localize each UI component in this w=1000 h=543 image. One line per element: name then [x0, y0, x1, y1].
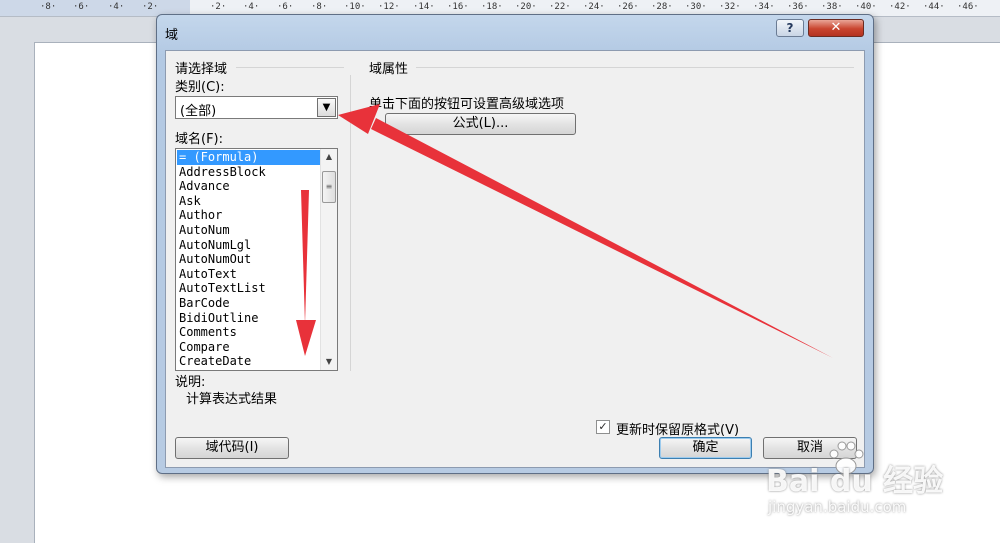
- field-list-item[interactable]: BidiOutline: [177, 311, 320, 326]
- ruler-tick-label: ·42·: [889, 2, 911, 12]
- field-list-item[interactable]: Advance: [177, 179, 320, 194]
- ruler-tick-label: ·46·: [957, 2, 979, 12]
- field-list-item[interactable]: AddressBlock: [177, 165, 320, 180]
- ok-button[interactable]: 确定: [659, 437, 752, 459]
- close-button[interactable]: ✕: [808, 19, 864, 37]
- ruler-tick-label: ·12·: [378, 2, 400, 12]
- watermark-url: jingyan.baidu.com: [768, 498, 907, 516]
- choose-field-heading: 请选择域: [175, 62, 228, 77]
- ruler-tick-label: ·4·: [243, 2, 260, 12]
- ruler-tick-label: ·6·: [277, 2, 294, 12]
- ruler-tick-label: ·28·: [651, 2, 673, 12]
- dialog-body: 请选择域 类别(C): (全部) ▼ 域名(F): = (Formula) Add…: [165, 50, 865, 468]
- preserve-format-label: 更新时保留原格式(V): [616, 423, 740, 438]
- scroll-up-arrow-icon[interactable]: ▲: [321, 149, 337, 165]
- field-list-item[interactable]: AutoText: [177, 267, 320, 282]
- dialog-titlebar[interactable]: 域 ? ✕: [157, 15, 873, 49]
- description-text: 计算表达式结果: [186, 392, 278, 407]
- preserve-format-checkbox[interactable]: ✓: [596, 420, 610, 434]
- dialog-title: 域: [165, 28, 179, 43]
- ruler-tick-label: ·2·: [210, 2, 227, 12]
- field-list-item[interactable]: Comments: [177, 325, 320, 340]
- ruler-tick-label: ·26·: [617, 2, 639, 12]
- help-button[interactable]: ?: [776, 19, 804, 37]
- ruler-tick-label: ·38·: [821, 2, 843, 12]
- ruler-tick-label: ·36·: [787, 2, 809, 12]
- categories-selected-value: (全部): [180, 104, 217, 119]
- field-list-item[interactable]: BarCode: [177, 296, 320, 311]
- field-list-item[interactable]: AutoNumLgl: [177, 238, 320, 253]
- group-divider: [236, 67, 344, 68]
- ruler-tick-label: ·18·: [481, 2, 503, 12]
- scroll-down-arrow-icon[interactable]: ▼: [321, 354, 337, 370]
- column-separator: [350, 75, 351, 371]
- formula-button[interactable]: 公式(L)...: [385, 113, 576, 135]
- ruler-tick-label: ·4·: [108, 2, 125, 12]
- field-list-item[interactable]: AutoNumOut: [177, 252, 320, 267]
- field-list-item[interactable]: AutoTextList: [177, 281, 320, 296]
- field-list-item[interactable]: AutoNum: [177, 223, 320, 238]
- ruler-tick-label: ·34·: [753, 2, 775, 12]
- categories-label: 类别(C):: [175, 80, 225, 95]
- scroll-thumb[interactable]: ≡: [322, 171, 336, 203]
- dropdown-arrow-icon[interactable]: ▼: [317, 98, 336, 117]
- advanced-options-hint: 单击下面的按钮可设置高级域选项: [369, 97, 565, 112]
- baidu-jingyan-watermark: Bai du 经验 jingyan.baidu.com: [762, 441, 982, 542]
- ruler-tick-label: ·8·: [311, 2, 328, 12]
- field-list-item[interactable]: Ask: [177, 194, 320, 209]
- field-names-list[interactable]: = (Formula) AddressBlock Advance Ask Author A…: [175, 148, 338, 371]
- field-properties-heading: 域属性: [369, 62, 409, 77]
- ruler-tick-label: ·10·: [344, 2, 366, 12]
- field-list-scrollbar[interactable]: ▲ ≡ ▼: [320, 149, 337, 370]
- field-names-items: = (Formula) AddressBlock Advance Ask Author A…: [177, 150, 320, 369]
- ruler-tick-label: ·44·: [923, 2, 945, 12]
- ruler-tick-label: ·22·: [549, 2, 571, 12]
- ruler-tick-label: ·2·: [142, 2, 159, 12]
- group-divider: [416, 67, 854, 68]
- field-names-label: 域名(F):: [175, 132, 224, 147]
- ruler-tick-label: ·20·: [515, 2, 537, 12]
- ruler-tick-label: ·8·: [40, 2, 57, 12]
- ruler-tick-label: ·6·: [73, 2, 90, 12]
- field-list-item[interactable]: CreateDate: [177, 354, 320, 369]
- ruler-tick-label: ·32·: [719, 2, 741, 12]
- field-dialog: 域 ? ✕ 请选择域 类别(C): (全部) ▼ 域名(F): = (Formu…: [156, 14, 874, 474]
- ruler-tick-label: ·14·: [413, 2, 435, 12]
- field-codes-button[interactable]: 域代码(I): [175, 437, 289, 459]
- field-list-item[interactable]: Author: [177, 208, 320, 223]
- ruler-tick-label: ·30·: [685, 2, 707, 12]
- ruler-tick-label: ·40·: [855, 2, 877, 12]
- ruler-tick-label: ·16·: [447, 2, 469, 12]
- watermark-brand: Bai du 经验: [766, 464, 944, 499]
- field-list-item[interactable]: = (Formula): [177, 150, 320, 165]
- field-list-item[interactable]: Compare: [177, 340, 320, 355]
- ruler-tick-label: ·24·: [583, 2, 605, 12]
- categories-dropdown[interactable]: (全部) ▼: [175, 96, 338, 119]
